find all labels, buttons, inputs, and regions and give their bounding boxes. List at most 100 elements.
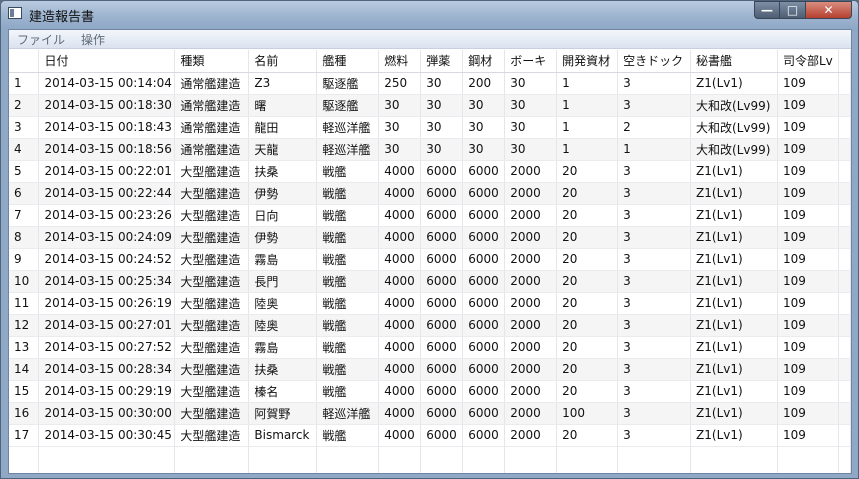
cell-ship-type: 戦艦 [316,424,380,447]
cell-fuel: 4000 [378,314,422,337]
cell-empty-dock: 3 [617,336,692,359]
table-row[interactable]: 8 2014-03-15 00:24:09 大型艦建造 伊勢 戦艦 4000 6000 600… [9,226,851,249]
menu-file[interactable]: ファイル [15,31,67,48]
cell-dev-material: 1 [556,94,619,117]
table-row[interactable]: 6 2014-03-15 00:22:44 大型艦建造 伊勢 戦艦 4000 6000 600… [9,182,851,205]
cell-fuel: 30 [378,116,422,139]
cell-dev-material: 20 [556,380,619,403]
empty-cell [462,446,506,473]
header-col-hq-level[interactable]: 司令部Lv [777,50,839,73]
window-controls: — □ ✕ [754,1,852,19]
empty-cell [420,446,464,473]
header-col-index[interactable] [9,50,40,73]
header-col-date[interactable]: 日付 [38,50,176,73]
cell-ammo: 30 [420,116,464,139]
cell-filler [838,248,851,271]
cell-date: 2014-03-15 00:27:52 [38,336,176,359]
table-row[interactable]: 12 2014-03-15 00:27:01 大型艦建造 陸奥 戦艦 4000 6000 60… [9,314,851,337]
cell-steel: 200 [462,72,506,95]
cell-date: 2014-03-15 00:18:43 [38,116,176,139]
cell-bauxite: 30 [504,94,558,117]
empty-cell [838,446,851,473]
table-row[interactable]: 10 2014-03-15 00:25:34 大型艦建造 長門 戦艦 4000 6000 60… [9,270,851,293]
header-col-ammo[interactable]: 弾薬 [420,50,464,73]
cell-fuel: 4000 [378,248,422,271]
cell-type: 通常艦建造 [174,94,250,117]
table-row[interactable]: 1 2014-03-15 00:14:04 通常艦建造 Z3 駆逐艦 250 30 200 30… [9,72,851,95]
table-row[interactable]: 11 2014-03-15 00:26:19 大型艦建造 陸奥 戦艦 4000 6000 60… [9,292,851,315]
header-col-steel[interactable]: 鋼材 [462,50,506,73]
cell-name: 天龍 [248,138,318,161]
cell-ammo: 6000 [420,358,464,381]
cell-name: 龍田 [248,116,318,139]
header-col-secretary[interactable]: 秘書艦 [690,50,778,73]
cell-ship-type: 戦艦 [316,270,380,293]
cell-index: 6 [9,182,40,205]
table-row[interactable]: 2 2014-03-15 00:18:30 通常艦建造曙駆逐艦 30 30 30 30 1 3 大… [9,94,851,117]
menu-operation[interactable]: 操作 [79,31,107,48]
header-col-ship-type[interactable]: 艦種 [316,50,380,73]
cell-name: 陸奥 [248,314,318,337]
cell-filler [838,292,851,315]
cell-filler [838,160,851,183]
table-row[interactable]: 4 2014-03-15 00:18:56 通常艦建造 天龍 軽巡洋艦 30 30 30 30 1… [9,138,851,161]
cell-date: 2014-03-15 00:14:04 [38,72,176,95]
cell-type: 大型艦建造 [174,292,250,315]
table-row[interactable]: 15 2014-03-15 00:29:19 大型艦建造 榛名 戦艦 4000 6000 60… [9,380,851,403]
cell-bauxite: 30 [504,72,558,95]
minimize-button[interactable]: — [754,1,780,19]
table-row[interactable]: 17 2014-03-15 00:30:45 大型艦建造 Bismarck 戦艦 4000… [9,424,851,447]
table-row[interactable]: 3 2014-03-15 00:18:43 通常艦建造 龍田 軽巡洋艦 30 30 30 30 1… [9,116,851,139]
cell-date: 2014-03-15 00:23:26 [38,204,176,227]
cell-filler [838,424,851,447]
cell-steel: 30 [462,94,506,117]
maximize-button[interactable]: □ [780,1,806,19]
cell-type: 大型艦建造 [174,182,250,205]
cell-empty-dock: 3 [617,270,692,293]
empty-cell [316,446,380,473]
cell-bauxite: 2000 [504,292,558,315]
cell-dev-material: 20 [556,336,619,359]
table-row[interactable]: 7 2014-03-15 00:23:26 大型艦建造 日向 戦艦 4000 6000 600… [9,204,851,227]
cell-type: 大型艦建造 [174,226,250,249]
cell-steel: 30 [462,138,506,161]
cell-ship-type: 軽巡洋艦 [316,402,380,425]
table-row[interactable]: 13 2014-03-15 00:27:52 大型艦建造 霧島 戦艦 4000 6000 60… [9,336,851,359]
cell-date: 2014-03-15 00:30:00 [38,402,176,425]
cell-fuel: 4000 [378,402,422,425]
header-col-type[interactable]: 種類 [174,50,250,73]
cell-empty-dock: 3 [617,358,692,381]
app-icon[interactable] [8,7,22,19]
header-col-fuel[interactable]: 燃料 [378,50,422,73]
cell-filler [838,270,851,293]
cell-dev-material: 1 [556,72,619,95]
cell-name: Bismarck [248,424,318,447]
empty-cell [9,446,40,473]
table-row[interactable]: 16 2014-03-15 00:30:00 大型艦建造 阿賀野 軽巡洋艦 4000 600… [9,402,851,425]
cell-ship-type: 戦艦 [316,358,380,381]
close-button[interactable]: ✕ [806,1,852,19]
cell-ship-type: 戦艦 [316,182,380,205]
title-bar[interactable]: 建造報告書 — □ ✕ [1,1,858,27]
cell-index: 9 [9,248,40,271]
header-col-bauxite[interactable]: ボーキ [504,50,558,73]
cell-secretary: Z1(Lv1) [690,314,778,337]
header-col-dev-material[interactable]: 開発資材 [556,50,619,73]
cell-ship-type: 軽巡洋艦 [316,138,380,161]
cell-empty-dock: 1 [617,138,692,161]
table-row[interactable]: 14 2014-03-15 00:28:34 大型艦建造 扶桑 戦艦 4000 6000 60… [9,358,851,381]
cell-fuel: 4000 [378,204,422,227]
cell-date: 2014-03-15 00:18:56 [38,138,176,161]
cell-bauxite: 2000 [504,248,558,271]
cell-hq-level: 109 [777,138,839,161]
construction-report-grid[interactable]: 日付 種類 名前 艦種 燃料 弾薬 鋼材 ボーキ 開発資材 空きドック 秘書艦 司令部Lv 1 2014… [9,50,851,473]
table-row[interactable]: 9 2014-03-15 00:24:52 大型艦建造 霧島 戦艦 4000 6000 600… [9,248,851,271]
header-col-empty-dock[interactable]: 空きドック [617,50,692,73]
cell-index: 5 [9,160,40,183]
cell-filler [838,226,851,249]
cell-type: 通常艦建造 [174,116,250,139]
header-col-name[interactable]: 名前 [248,50,318,73]
table-row[interactable]: 5 2014-03-15 00:22:01 大型艦建造 扶桑 戦艦 4000 6000 600… [9,160,851,183]
cell-steel: 6000 [462,226,506,249]
cell-secretary: 大和改(Lv99) [690,94,778,117]
